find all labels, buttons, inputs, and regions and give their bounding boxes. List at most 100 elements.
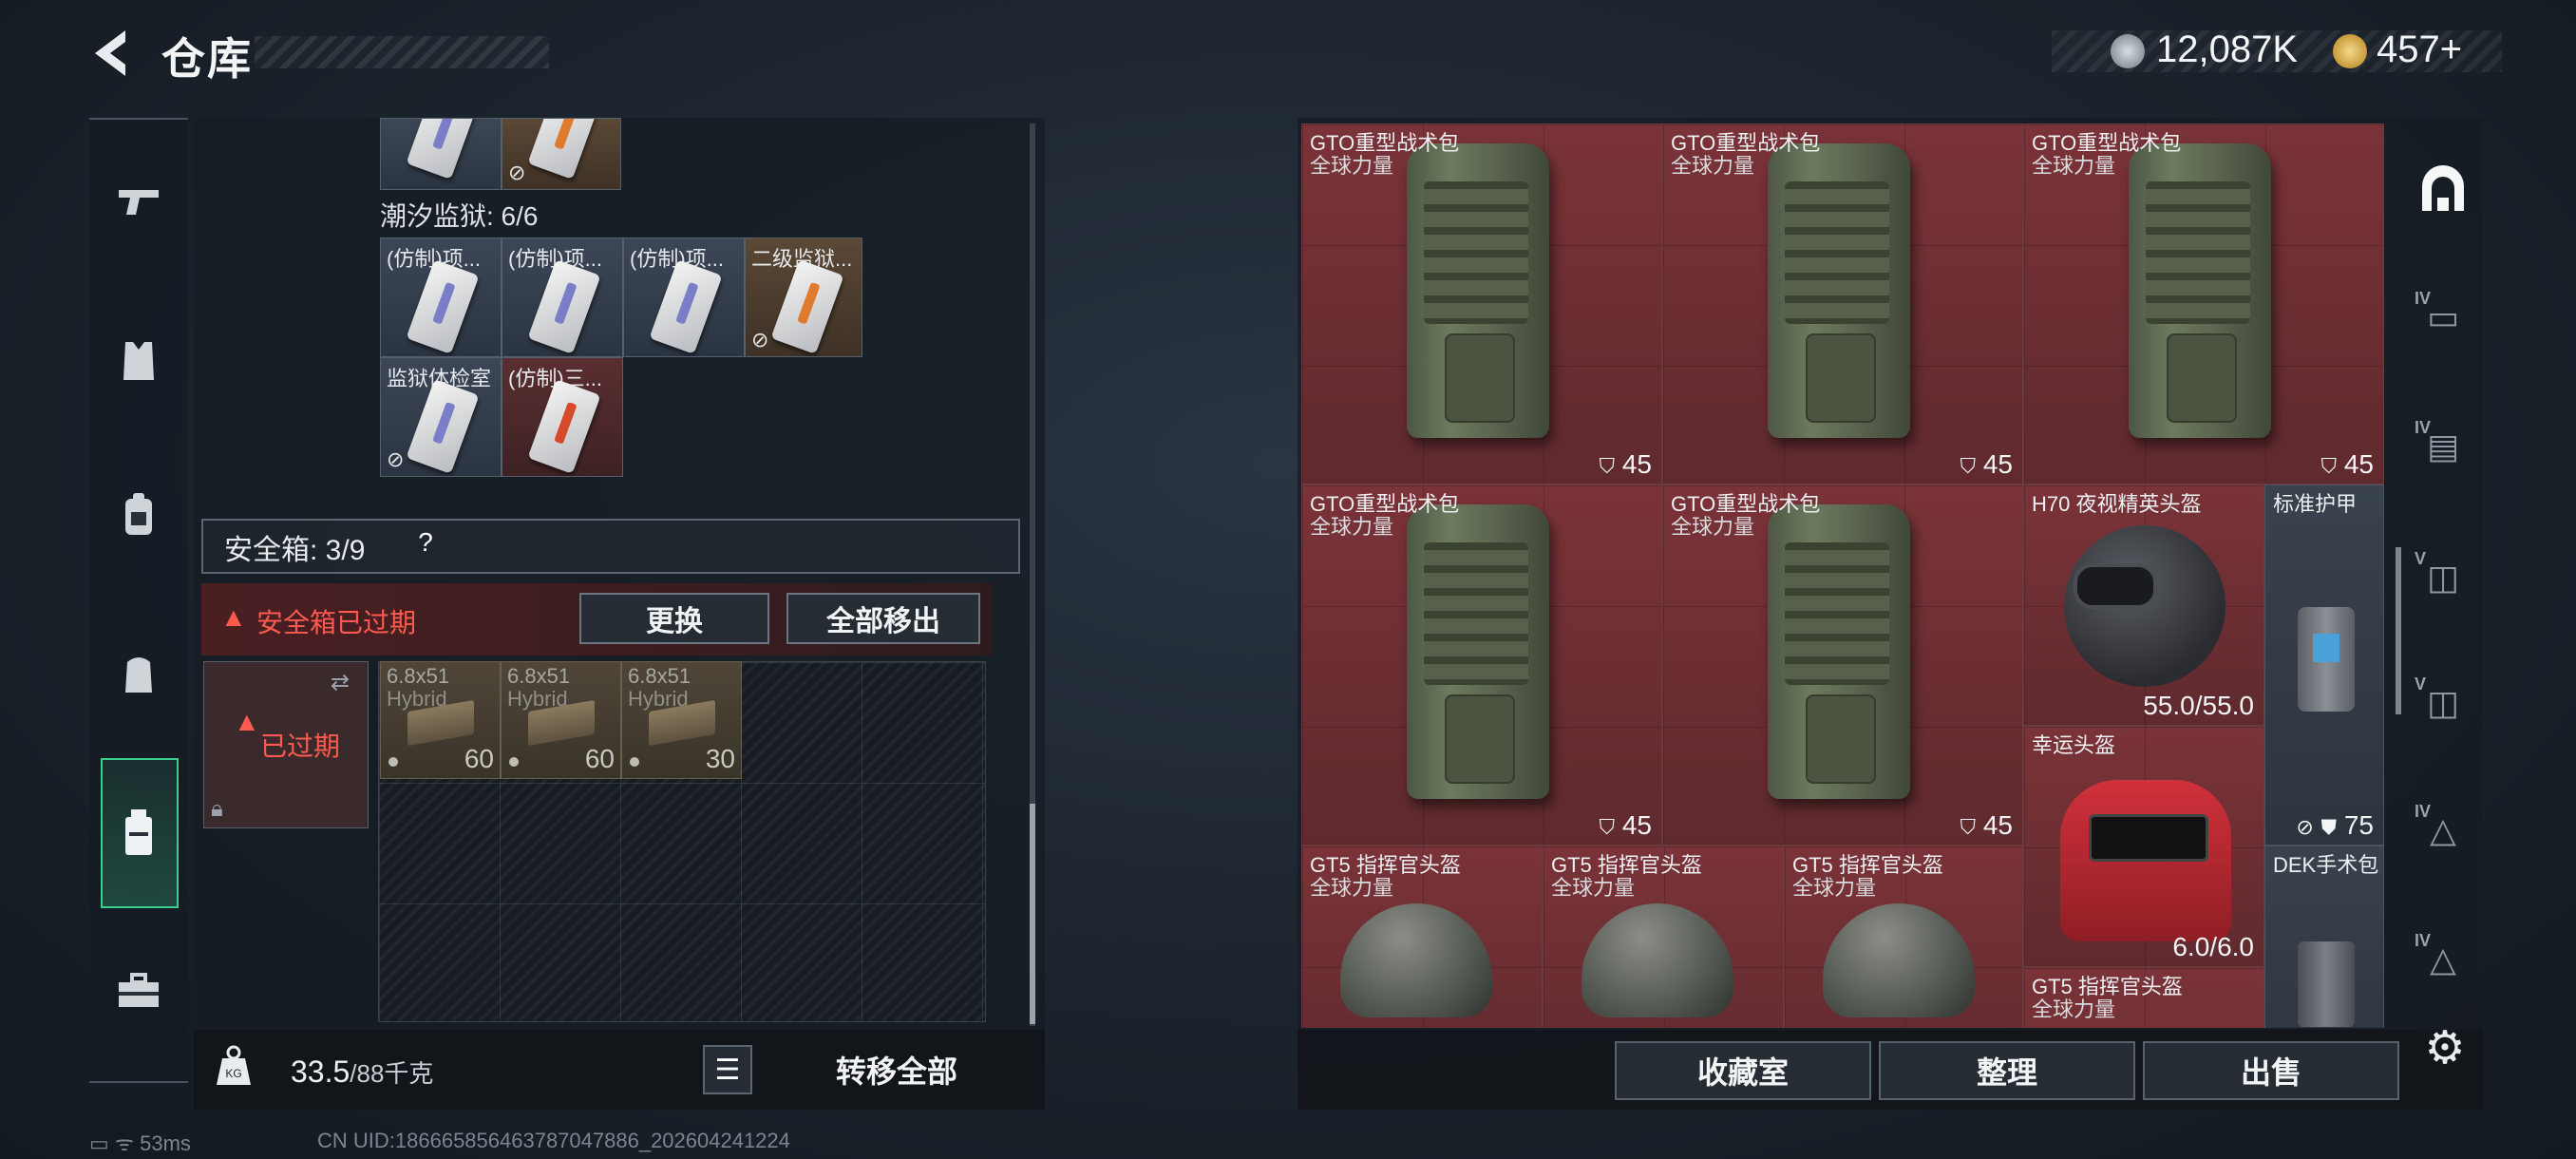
stash-item[interactable]: GTO重型战术包 全球力量 ⛉ 45 — [1662, 124, 2023, 484]
swap-icon[interactable]: ⇄ — [331, 669, 350, 696]
warning-case-tab-icon[interactable]: △ — [2409, 925, 2477, 994]
keycard-icon — [770, 259, 844, 354]
weight-class-icon: ⛉ — [1960, 815, 1977, 839]
stash-home-icon[interactable] — [2409, 156, 2477, 224]
keycard-icon — [406, 259, 480, 354]
safe-box-title: 安全箱: 3/9 — [224, 535, 366, 566]
stash-item[interactable]: GT5 指挥官头盔 全球力量 — [1301, 846, 1543, 1028]
sort-button[interactable]: 整理 — [1879, 1041, 2135, 1100]
dot-icon — [388, 757, 398, 767]
stash-item[interactable]: GT5 指挥官头盔 全球力量 — [1784, 846, 2023, 1028]
stash-item[interactable]: GTO重型战术包 全球力量 ⛉ 45 — [1301, 484, 1662, 846]
warning-icon: ▲ — [220, 602, 247, 632]
ammo-item[interactable]: 6.8x51 Hybrid 60 — [380, 661, 501, 779]
stash-grid[interactable]: GTO重型战术包 全球力量 ⛉ 45 GTO重型战术包 全球力量 ⛉ 45 GT… — [1301, 124, 2384, 1028]
keycard-icon — [649, 259, 723, 354]
night-vision-helmet-icon — [2064, 525, 2226, 687]
key-item[interactable]: (仿制)三... — [502, 357, 623, 477]
key-item[interactable]: (仿制)项... — [502, 238, 623, 357]
stash-item[interactable]: DEK手术包 — [2264, 846, 2384, 1028]
vest-icon — [123, 342, 154, 380]
case-icon — [125, 809, 152, 855]
ammo-item[interactable]: 6.8x51 Hybrid 60 — [501, 661, 621, 779]
arch-icon — [2422, 165, 2464, 211]
warning-icon: ▲ — [234, 707, 260, 736]
gold-coin-icon — [2333, 34, 2367, 68]
key-item-partial[interactable]: ⊘ — [502, 118, 621, 190]
back-arrow-icon[interactable] — [87, 27, 135, 80]
stash-item[interactable]: GTO重型战术包 全球力量 ⛉ 45 — [1662, 484, 2023, 846]
stash-item[interactable]: GT5 指挥官头盔 全球力量 — [1543, 846, 1784, 1028]
no-export-icon: ⊘ — [751, 328, 769, 352]
stash-item[interactable]: GT5 指挥官头盔 全球力量 — [2023, 967, 2264, 1028]
gear-icon[interactable]: ⚙ — [2418, 1022, 2472, 1075]
toolbox-tab[interactable] — [99, 950, 179, 1030]
backpack-tab[interactable] — [99, 475, 179, 555]
armor-tab[interactable] — [99, 321, 179, 401]
keycard-icon — [406, 119, 480, 180]
network-status: ▭ ᯤ 53ms — [89, 1131, 191, 1155]
backpack-icon — [1407, 504, 1549, 799]
folder-tab-icon[interactable]: ▤ — [2409, 412, 2477, 481]
case-tab-icon[interactable]: ◫ — [2409, 543, 2477, 612]
surgical-kit-icon — [2298, 941, 2355, 1027]
sell-button[interactable]: 出售 — [2143, 1041, 2399, 1100]
container-tab-icon[interactable]: ▭ — [2409, 283, 2477, 352]
weight-icon: KG — [217, 1045, 251, 1085]
key-item[interactable]: (仿制)项... — [623, 238, 745, 357]
no-export-icon: ⊘ — [2296, 815, 2314, 839]
stash-item[interactable]: GTO重型战术包 全球力量 ⛉ 45 — [1301, 124, 1662, 484]
weight-value: 33.5/88千克 — [291, 1054, 434, 1089]
no-export-icon: ⊘ — [387, 447, 405, 471]
dot-icon — [509, 757, 519, 767]
svg-text:KG: KG — [225, 1067, 241, 1080]
chest-rig-icon — [125, 657, 152, 693]
key-item[interactable]: 二级监狱... ⊘ — [745, 238, 862, 357]
keycard-icon — [527, 379, 601, 474]
backpack-icon — [2129, 143, 2271, 438]
weapon-tab[interactable] — [99, 162, 179, 241]
remove-all-button[interactable]: 全部移出 — [786, 593, 980, 644]
title-stripe — [255, 36, 549, 68]
list-view-button[interactable]: ☰ — [703, 1045, 752, 1094]
backpack-icon — [1768, 143, 1910, 438]
expired-warning-text: 安全箱已过期 — [256, 608, 417, 637]
chest-rig-tab[interactable] — [99, 635, 179, 714]
replace-button[interactable]: 更换 — [579, 593, 769, 644]
page-title: 仓库 — [161, 34, 253, 84]
gold-balance[interactable]: 457+ — [2377, 28, 2462, 71]
warning-case-tab-icon[interactable]: △ — [2409, 796, 2477, 864]
stash-item[interactable]: 幸运头盔 6.0/6.0 — [2023, 726, 2264, 967]
backpack-icon — [125, 493, 152, 535]
case-tab-icon[interactable]: ◫ — [2409, 669, 2477, 737]
keycard-icon — [406, 379, 480, 474]
backpack-icon — [1407, 143, 1549, 438]
armor-vest-icon — [2298, 607, 2355, 712]
key-item[interactable]: (仿制)项... — [380, 238, 502, 357]
storage-case-tab[interactable] — [99, 792, 179, 872]
stash-item[interactable]: 标准护甲 ⊘ ⛊ 75 — [2264, 484, 2384, 846]
silver-coin-icon — [2111, 34, 2145, 68]
ammo-item[interactable]: 6.8x51 Hybrid 30 — [621, 661, 742, 779]
stash-item[interactable]: GTO重型战术包 全球力量 ⛉ 45 — [2023, 124, 2384, 484]
key-item[interactable]: 监狱体检室 ⊘ — [380, 357, 502, 477]
silver-balance[interactable]: 12,087K — [2156, 28, 2298, 71]
keycard-icon — [527, 259, 601, 354]
stash-item[interactable]: H70 夜视精英头盔 55.0/55.0 — [2023, 484, 2264, 726]
transfer-all-button[interactable]: 转移全部 — [767, 1039, 1026, 1100]
category-sidebar — [89, 118, 188, 1083]
section-label: 潮汐监狱: 6/6 — [380, 201, 539, 231]
backpack-icon — [1768, 504, 1910, 799]
weight-class-icon: ⛉ — [1599, 815, 1616, 839]
stash-scrollbar[interactable] — [2396, 547, 2401, 714]
user-uid: CN UID:1866658564637870478​86_2026042412… — [317, 1129, 790, 1152]
shield-icon: ⛊ — [2320, 815, 2338, 839]
toolbox-icon — [119, 973, 159, 1007]
key-item-partial[interactable] — [380, 118, 502, 190]
weight-class-icon: ⛉ — [1960, 454, 1977, 478]
help-icon[interactable]: ? — [408, 527, 443, 561]
case-expired-text: 已过期 — [260, 732, 341, 761]
left-scroll-thumb[interactable] — [1030, 804, 1035, 1024]
red-helmet-icon — [2060, 780, 2231, 941]
collection-room-button[interactable]: 收藏室 — [1615, 1041, 1871, 1100]
